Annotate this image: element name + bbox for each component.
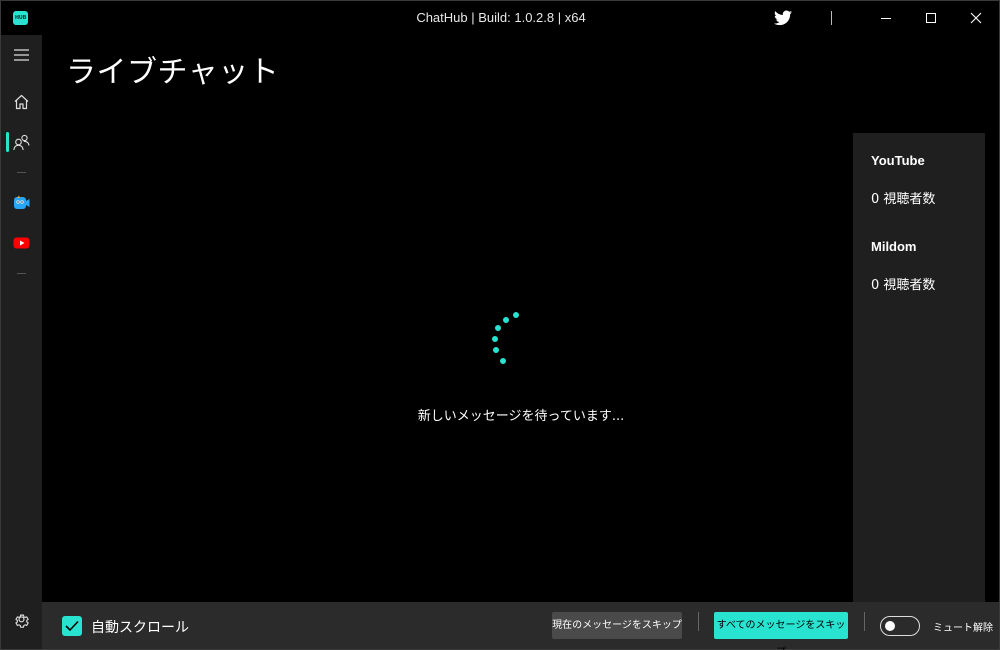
nav-youtube[interactable] <box>1 227 42 259</box>
skip-current-button[interactable]: 現在のメッセージをスキップ <box>552 612 682 639</box>
twitter-icon[interactable] <box>774 10 792 26</box>
minimize-button[interactable] <box>863 1 909 35</box>
nav-mildom[interactable] <box>1 187 42 219</box>
menu-icon <box>14 49 29 61</box>
platform-name: Mildom <box>871 239 917 254</box>
settings-button[interactable] <box>13 613 30 634</box>
viewer-stats-panel: YouTube 0 視聴者数 Mildom 0 視聴者数 <box>853 133 985 603</box>
mute-toggle[interactable] <box>880 616 920 636</box>
people-icon <box>13 134 30 151</box>
close-icon <box>970 12 982 24</box>
minimize-icon <box>881 18 891 19</box>
app-window: HUB ChatHub | Build: 1.0.2.8 | x64 ライブチャ… <box>0 0 1000 650</box>
platform-viewer-count: 0 視聴者数 <box>871 278 936 293</box>
home-icon <box>14 94 29 110</box>
toolbar-divider <box>698 612 699 631</box>
gear-icon <box>15 614 29 628</box>
title-bar: HUB ChatHub | Build: 1.0.2.8 | x64 <box>1 1 999 35</box>
toolbar-divider <box>864 612 865 631</box>
titlebar-divider <box>831 11 832 25</box>
mildom-icon <box>14 195 30 209</box>
page-title: ライブチャット <box>66 55 280 90</box>
nav-home[interactable] <box>1 86 42 118</box>
nav-rail <box>1 35 42 649</box>
loading-spinner <box>485 307 525 371</box>
auto-scroll-label: 自動スクロール <box>91 620 189 636</box>
youtube-icon <box>13 237 30 249</box>
platform-viewer-count: 0 視聴者数 <box>871 192 936 207</box>
maximize-button[interactable] <box>908 1 954 35</box>
mute-toggle-label: ミュート解除 <box>933 623 993 634</box>
maximize-icon <box>926 13 936 23</box>
nav-divider <box>17 273 26 274</box>
auto-scroll-checkbox[interactable] <box>62 616 82 636</box>
checkmark-icon <box>65 620 79 632</box>
window-title: ChatHub | Build: 1.0.2.8 | x64 <box>416 10 586 25</box>
nav-divider <box>17 172 26 173</box>
skip-all-button[interactable]: すべてのメッセージをスキップ <box>714 612 848 650</box>
menu-button[interactable] <box>1 39 42 71</box>
nav-live-chat[interactable] <box>1 126 42 158</box>
close-button[interactable] <box>953 1 999 35</box>
toggle-knob <box>885 620 895 631</box>
platform-name: YouTube <box>871 153 925 168</box>
waiting-message: 新しいメッセージを待っています... <box>417 409 625 424</box>
